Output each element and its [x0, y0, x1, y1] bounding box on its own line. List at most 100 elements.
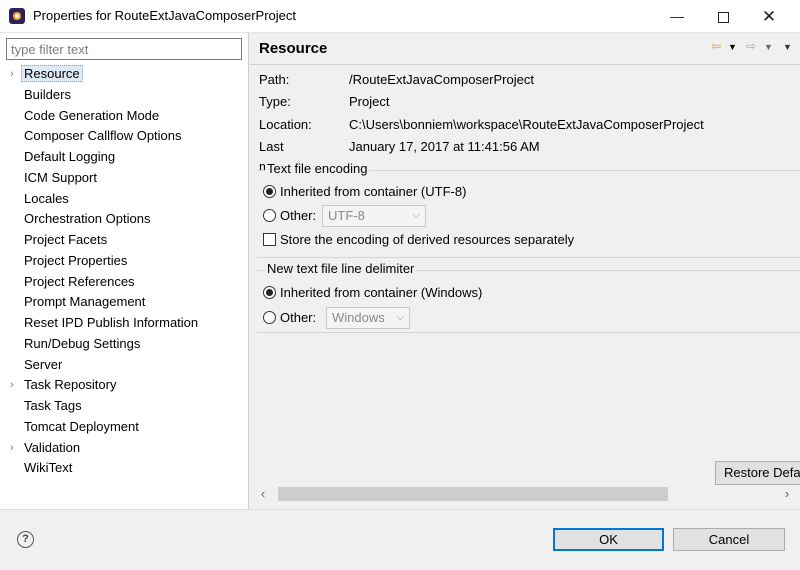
- tree-item-reset-ipd-publish-information[interactable]: Reset IPD Publish Information: [0, 313, 249, 334]
- tree-item-tomcat-deployment[interactable]: Tomcat Deployment: [0, 417, 249, 438]
- tree-item-label: WikiText: [24, 460, 73, 476]
- chevron-right-icon[interactable]: ›: [10, 438, 14, 459]
- encoding-other-combo[interactable]: UTF-8 ⌵: [322, 205, 426, 227]
- radio-unselected-icon[interactable]: [263, 209, 276, 222]
- tree-item-composer-callflow-options[interactable]: Composer Callflow Options: [0, 126, 249, 147]
- location-value: C:\Users\bonniem\workspace\RouteExtJavaC…: [349, 117, 704, 132]
- store-encoding-checkbox[interactable]: Store the encoding of derived resources …: [263, 230, 574, 250]
- property-tree: › Resource Builders Code Generation Mode …: [0, 64, 249, 479]
- property-pages-pane: ›Resource Builders Code Generation Mode …: [0, 33, 249, 509]
- cancel-button[interactable]: Cancel: [673, 528, 785, 551]
- delimiter-other-combo[interactable]: Windows ⌵: [326, 307, 410, 329]
- tree-item-label: Task Repository: [24, 377, 117, 393]
- tree-item-label: Project References: [24, 273, 135, 289]
- tree-item-label: Prompt Management: [24, 294, 146, 310]
- line-delimiter-group: New text file line delimiter Inherited f…: [257, 261, 800, 333]
- checkbox-label: Store the encoding of derived resources …: [280, 232, 575, 247]
- checkbox-icon[interactable]: [263, 233, 276, 246]
- tree-item-project-references[interactable]: Project References: [0, 272, 249, 293]
- forward-arrow-icon[interactable]: ⇨: [746, 39, 756, 53]
- view-menu-icon[interactable]: ▼: [783, 42, 792, 52]
- tree-item-orchestration-options[interactable]: Orchestration Options: [0, 209, 249, 230]
- tree-item-label: Run/Debug Settings: [24, 335, 141, 351]
- tree-item-label: Composer Callflow Options: [24, 128, 182, 144]
- tree-item-task-tags[interactable]: Task Tags: [0, 396, 249, 417]
- delimiter-other-radio[interactable]: Other:: [263, 308, 316, 328]
- group-title: Text file encoding: [265, 161, 370, 176]
- tree-item-icm-support[interactable]: ICM Support: [0, 168, 249, 189]
- radio-label: Inherited from container (UTF-8): [280, 184, 467, 199]
- maximize-icon: [717, 11, 729, 23]
- tree-item-label: Orchestration Options: [24, 211, 151, 227]
- filter-input[interactable]: [6, 38, 242, 60]
- chevron-down-icon[interactable]: ⌵: [412, 206, 420, 226]
- tree-item-label: Task Tags: [24, 398, 82, 413]
- text-file-encoding-group: Text file encoding Inherited from contai…: [257, 161, 800, 258]
- help-icon[interactable]: ?: [17, 531, 34, 548]
- chevron-right-icon[interactable]: ›: [10, 64, 14, 85]
- resource-page: Resource ⇦ ▼ ⇨ ▼ ▼ Path: /RouteExtJavaCo…: [250, 33, 800, 509]
- close-button[interactable]: ✕: [746, 0, 792, 33]
- tree-item-label: Tomcat Deployment: [24, 418, 139, 434]
- tree-item-project-properties[interactable]: Project Properties: [0, 251, 249, 272]
- group-title: New text file line delimiter: [265, 261, 417, 276]
- tree-item-builders[interactable]: Builders: [0, 85, 249, 106]
- back-history-dropdown-icon[interactable]: ▼: [728, 42, 737, 52]
- tree-item-label: Locales: [24, 190, 69, 206]
- restore-defaults-button[interactable]: Restore Defa: [715, 461, 800, 485]
- tree-item-label: Project Properties: [24, 252, 128, 268]
- tree-item-label: Resource: [21, 65, 83, 82]
- window-title: Properties for RouteExtJavaComposerProje…: [33, 8, 297, 23]
- tree-item-label: Builders: [24, 86, 71, 102]
- tree-item-label: Reset IPD Publish Information: [24, 315, 199, 330]
- tree-item-prompt-management[interactable]: Prompt Management: [0, 292, 249, 313]
- maximize-button[interactable]: [700, 0, 746, 33]
- horizontal-scrollbar[interactable]: ‹ ›: [250, 485, 800, 503]
- tree-item-label: Validation: [24, 439, 81, 455]
- page-header: Resource ⇦ ▼ ⇨ ▼ ▼: [250, 33, 800, 65]
- path-label: Path:: [259, 72, 290, 87]
- combo-value: Windows: [332, 310, 385, 325]
- encoding-inherited-radio[interactable]: Inherited from container (UTF-8): [263, 182, 466, 202]
- type-value: Project: [349, 94, 390, 109]
- combo-value: UTF-8: [328, 208, 365, 223]
- radio-label: Inherited from container (Windows): [280, 285, 483, 300]
- delimiter-inherited-radio[interactable]: Inherited from container (Windows): [263, 283, 482, 303]
- path-value: /RouteExtJavaComposerProject: [349, 72, 534, 87]
- tree-item-label: Default Logging: [24, 149, 116, 164]
- scroll-left-icon[interactable]: ‹: [254, 485, 272, 503]
- tree-item-wikitext[interactable]: WikiText: [0, 458, 249, 479]
- tree-item-resource[interactable]: › Resource: [0, 64, 249, 85]
- tree-item-code-generation-mode[interactable]: Code Generation Mode: [0, 106, 249, 127]
- tree-item-project-facets[interactable]: Project Facets: [0, 230, 249, 251]
- chevron-down-icon[interactable]: ⌵: [396, 308, 404, 328]
- tree-item-task-repository[interactable]: › Task Repository: [0, 375, 249, 396]
- forward-history-dropdown-icon[interactable]: ▼: [764, 42, 773, 52]
- radio-selected-icon[interactable]: [263, 286, 276, 299]
- title-bar: Properties for RouteExtJavaComposerProje…: [0, 0, 800, 33]
- encoding-other-radio[interactable]: Other:: [263, 206, 316, 226]
- scroll-right-icon[interactable]: ›: [778, 485, 796, 503]
- scrollbar-thumb[interactable]: [278, 487, 668, 501]
- radio-selected-icon[interactable]: [263, 185, 276, 198]
- tree-item-label: Project Facets: [24, 232, 108, 247]
- radio-label: Other:: [280, 310, 317, 325]
- tree-item-run-debug-settings[interactable]: Run/Debug Settings: [0, 334, 249, 355]
- tree-item-label: Code Generation Mode: [24, 107, 160, 123]
- last-modified-value: January 17, 2017 at 11:41:56 AM: [349, 139, 540, 154]
- location-label: Location:: [259, 117, 312, 132]
- tree-item-server[interactable]: Server: [0, 355, 249, 376]
- tree-item-locales[interactable]: Locales: [0, 189, 249, 210]
- minimize-button[interactable]: —: [654, 0, 700, 33]
- dialog-footer: ? OK Cancel: [0, 509, 800, 570]
- tree-item-label: ICM Support: [24, 169, 97, 185]
- tree-item-label: Server: [24, 356, 63, 372]
- tree-item-validation[interactable]: › Validation: [0, 438, 249, 459]
- type-label: Type:: [259, 94, 291, 109]
- back-arrow-icon[interactable]: ⇦: [711, 39, 721, 53]
- tree-item-default-logging[interactable]: Default Logging: [0, 147, 249, 168]
- ok-button[interactable]: OK: [553, 528, 664, 551]
- page-title: Resource: [259, 40, 328, 57]
- chevron-right-icon[interactable]: ›: [10, 375, 14, 396]
- radio-unselected-icon[interactable]: [263, 311, 276, 324]
